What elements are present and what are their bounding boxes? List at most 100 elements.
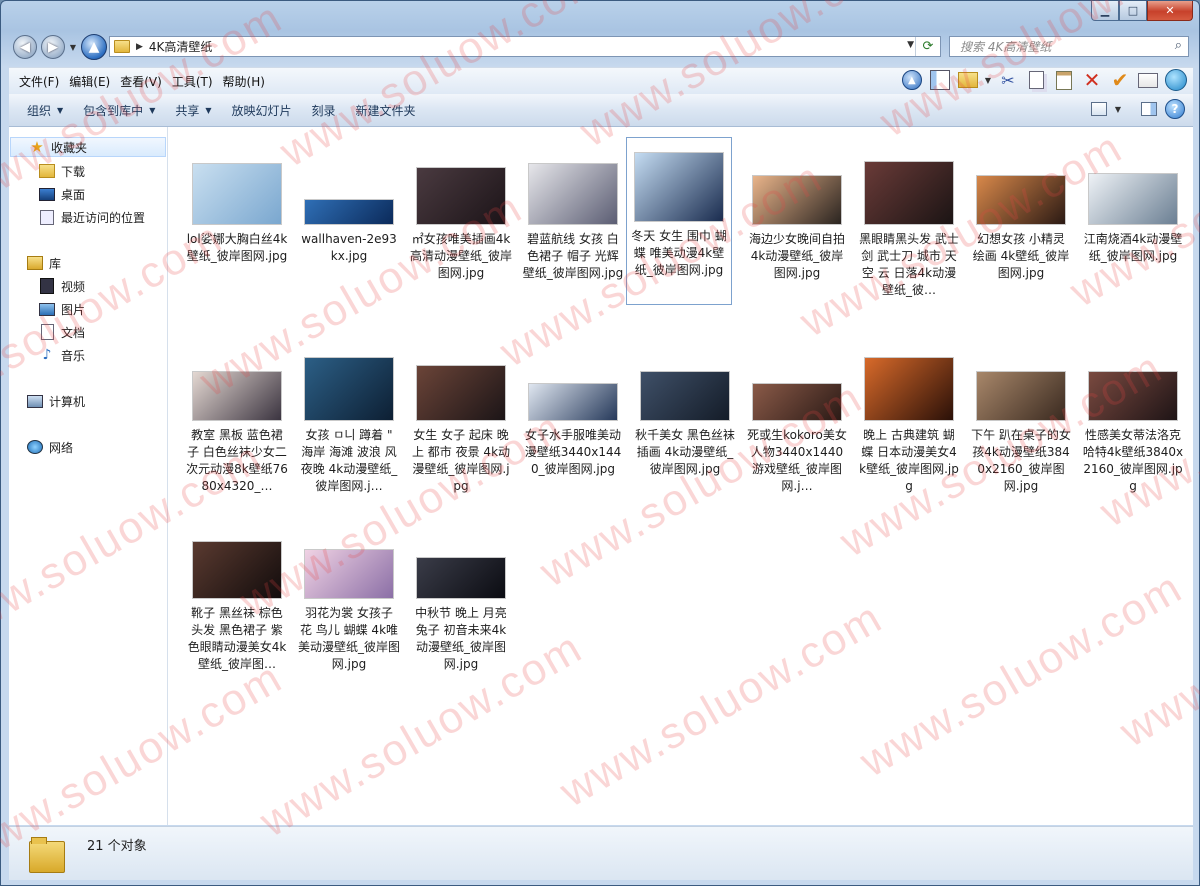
file-item[interactable]: 羽花为裳 女孩子 花 鸟儿 蝴蝶 4k唯美动漫壁纸_彼岸图网.jpg	[296, 511, 402, 673]
file-item[interactable]: lol娑娜大胸白丝4k壁纸_彼岸图网.jpg	[184, 137, 290, 265]
address-dropdown-icon[interactable]: ▼	[907, 40, 914, 50]
thumbnail-frame	[632, 351, 738, 421]
menu-tools[interactable]: 工具(T)	[167, 73, 218, 90]
file-name: 性感美女蒂法洛克哈特4k壁纸3840x2160_彼岸图网.jpg	[1082, 428, 1184, 493]
recent-pages-dropdown[interactable]: ▼	[67, 41, 79, 53]
nav-music[interactable]: ♪ 音乐	[39, 345, 85, 365]
thumbnail-frame	[408, 529, 514, 599]
document-icon	[39, 324, 55, 340]
nav-libraries[interactable]: 库	[27, 253, 61, 273]
file-item[interactable]: wallhaven-2e93kx.jpg	[296, 137, 402, 265]
view-dropdown-icon[interactable]: ▼	[1115, 105, 1121, 114]
menu-edit[interactable]: 编辑(E)	[64, 73, 115, 90]
file-name: 海边少女晚间自拍4k动漫壁纸_彼岸图网.jpg	[748, 232, 845, 280]
slideshow-button[interactable]: 放映幻灯片	[222, 102, 302, 119]
copy-icon[interactable]	[1025, 69, 1047, 91]
file-item[interactable]: 下午 趴在桌子的女孩4k动漫壁纸3840x2160_彼岸图网.jpg	[968, 333, 1074, 495]
thumbnail-frame	[520, 155, 626, 225]
image-thumbnail	[304, 357, 394, 421]
file-item[interactable]: 女子水手服唯美动漫壁纸3440x1440_彼岸图网.jpg	[520, 333, 626, 478]
file-item[interactable]: 江南烧酒4k动漫壁纸_彼岸图网.jpg	[1080, 137, 1186, 265]
preview-pane-icon[interactable]	[1141, 102, 1157, 116]
help-icon[interactable]: ?	[1165, 99, 1185, 119]
nav-downloads[interactable]: 下载	[39, 161, 85, 181]
file-item[interactable]: ㎡女孩唯美插画4k高清动漫壁纸_彼岸图网.jpg	[408, 137, 514, 282]
desktop-icon	[39, 187, 55, 201]
file-item[interactable]: 女生 女子 起床 晚上 都市 夜景 4k动漫壁纸_彼岸图网.jpg	[408, 333, 514, 495]
organize-button[interactable]: 组织 ▼	[9, 102, 73, 119]
panes-icon[interactable]	[929, 69, 951, 91]
nav-desktop[interactable]: 桌面	[39, 184, 85, 204]
folder-options-dropdown-icon[interactable]: ▼	[985, 76, 991, 85]
file-item[interactable]: 女孩 ㅁ니 蹲着 " 海岸 海滩 波浪 风 夜晚 4k动漫壁纸_彼岸图网.j…	[296, 333, 402, 495]
menu-view[interactable]: 查看(V)	[115, 73, 167, 90]
delete-icon[interactable]: ✕	[1081, 68, 1103, 92]
properties-icon[interactable]	[1137, 69, 1159, 91]
change-view-icon[interactable]	[1090, 102, 1107, 116]
image-thumbnail	[1088, 173, 1178, 225]
folder-icon	[29, 833, 65, 873]
nav-recent-places[interactable]: 最近访问的位置	[39, 207, 145, 227]
nav-videos[interactable]: 视频	[39, 276, 85, 296]
include-in-library-button[interactable]: 包含到库中 ▼	[73, 102, 165, 119]
image-thumbnail	[304, 199, 394, 225]
file-item[interactable]: 秋千美女 黑色丝袜 插画 4k动漫壁纸_彼岸图网.jpg	[632, 333, 738, 478]
file-item[interactable]: 晚上 古典建筑 蝴蝶 日本动漫美女4k壁纸_彼岸图网.jpg	[856, 333, 962, 495]
globe-icon[interactable]	[1165, 69, 1187, 91]
checkmark-icon[interactable]: ✔	[1109, 68, 1131, 92]
burn-button[interactable]: 刻录	[302, 102, 346, 119]
nav-documents[interactable]: 文档	[39, 322, 85, 342]
caption-buttons: ▁ □ ✕	[1091, 1, 1193, 21]
image-thumbnail	[192, 541, 282, 599]
back-button[interactable]: ◀	[13, 35, 37, 59]
file-item[interactable]: 幻想女孩 小精灵 绘画 4k壁纸_彼岸图网.jpg	[968, 137, 1074, 282]
image-thumbnail	[416, 557, 506, 599]
close-button[interactable]: ✕	[1147, 1, 1193, 21]
nav-favorites[interactable]: ★ 收藏夹	[10, 137, 166, 157]
up-folder-icon[interactable]: ▲	[901, 69, 923, 91]
menu-file[interactable]: 文件(F)	[9, 73, 64, 90]
network-icon	[27, 440, 43, 454]
file-item[interactable]: 冬天 女生 围巾 蝴蝶 唯美动漫4k壁纸_彼岸图网.jpg	[626, 137, 732, 305]
forward-button[interactable]: ▶	[41, 35, 65, 59]
search-input[interactable]: 搜索 4K高清壁纸 ⌕	[949, 36, 1189, 57]
file-item[interactable]: 教室 黑板 蓝色裙子 白色丝袜少女二次元动漫8k壁纸7680x4320_…	[184, 333, 290, 495]
maximize-button[interactable]: □	[1119, 1, 1147, 21]
file-item[interactable]: 性感美女蒂法洛克哈特4k壁纸3840x2160_彼岸图网.jpg	[1080, 333, 1186, 495]
nav-computer-label: 计算机	[49, 394, 86, 409]
star-icon: ★	[30, 138, 44, 156]
paste-icon[interactable]	[1053, 69, 1075, 91]
nav-recent-places-label: 最近访问的位置	[61, 210, 146, 225]
nav-pictures[interactable]: 图片	[39, 299, 85, 319]
navigation-pane: ★ 收藏夹 下载 桌面 最近访问的位置 库 视频 图片 文档 ♪ 音乐 计算机 …	[9, 127, 168, 825]
computer-icon	[27, 394, 43, 408]
thumbnail-frame	[968, 351, 1074, 421]
thumbnail-frame	[744, 351, 850, 421]
nav-computer[interactable]: 计算机	[27, 391, 85, 411]
file-item[interactable]: 死或生kokoro美女人物3440x1440游戏壁纸_彼岸图网.j…	[744, 333, 850, 495]
address-bar[interactable]: ▶ 4K高清壁纸 ▼ ⟳	[109, 36, 941, 57]
thumbnail-frame	[627, 152, 731, 222]
file-item[interactable]: 碧蓝航线 女孩 白色裙子 帽子 光辉壁纸_彼岸图网.jpg	[520, 137, 626, 282]
file-item[interactable]: 海边少女晚间自拍4k动漫壁纸_彼岸图网.jpg	[744, 137, 850, 282]
menu-help[interactable]: 帮助(H)	[218, 73, 270, 90]
nav-network[interactable]: 网络	[27, 437, 73, 457]
minimize-button[interactable]: ▁	[1091, 1, 1119, 21]
folder-options-icon[interactable]	[957, 69, 979, 91]
file-item[interactable]: 中秋节 晚上 月亮 兔子 初音未来4k动漫壁纸_彼岸图网.jpg	[408, 511, 514, 673]
cut-icon[interactable]: ✂	[997, 69, 1019, 91]
file-list[interactable]: lol娑娜大胸白丝4k壁纸_彼岸图网.jpg wallhaven-2e93kx.j…	[168, 127, 1193, 825]
new-folder-button[interactable]: 新建文件夹	[346, 102, 426, 119]
breadcrumb-separator-icon[interactable]: ▶	[136, 42, 143, 52]
file-item[interactable]: 黑眼睛黑头发 武士 剑 武士刀 城市 天空 云 日落4k动漫壁纸_彼…	[856, 137, 962, 299]
share-button[interactable]: 共享 ▼	[165, 102, 221, 119]
refresh-icon[interactable]: ⟳	[915, 37, 940, 56]
file-item[interactable]: 靴子 黑丝袜 棕色头发 黑色裙子 紫色眼睛动漫美女4k壁纸_彼岸图…	[184, 511, 290, 673]
image-thumbnail	[304, 549, 394, 599]
up-button[interactable]: ▲	[81, 34, 107, 60]
search-icon[interactable]: ⌕	[1175, 38, 1182, 53]
toolbar-icons: ▲ ▼ ✂ ✕ ✔	[901, 68, 1187, 92]
nav-network-label: 网络	[49, 440, 74, 455]
status-bar: 21 个对象	[9, 826, 1193, 880]
breadcrumb-current[interactable]: 4K高清壁纸	[149, 38, 213, 55]
